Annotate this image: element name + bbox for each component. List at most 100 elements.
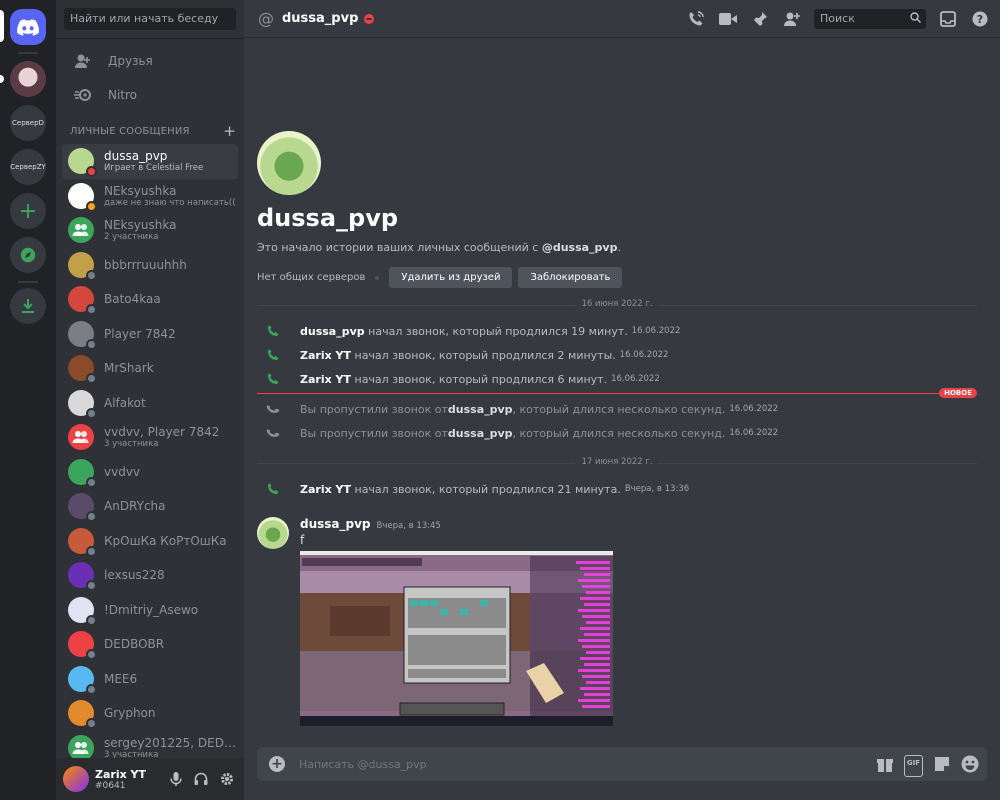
presence-status-icon	[86, 338, 97, 350]
call-user[interactable]: dussa_pvp	[448, 403, 513, 416]
remove-friend-button[interactable]: Удалить из друзей	[389, 267, 513, 288]
nav-nitro-label: Nitro	[108, 88, 138, 102]
help-icon[interactable]: ?	[970, 9, 990, 29]
create-dm-plus-icon[interactable]: +	[223, 124, 236, 139]
call-user[interactable]: dussa_pvp	[300, 325, 365, 338]
call-timestamp: 16.06.2022	[729, 428, 779, 438]
find-conversation-input[interactable]: Найти или начать беседу	[64, 8, 236, 30]
call-user[interactable]: dussa_pvp	[448, 427, 513, 440]
dm-item[interactable]: MrShark	[62, 351, 238, 386]
dm-item[interactable]: bbbrrruuuhhh	[62, 248, 238, 283]
gift-icon[interactable]	[876, 755, 894, 777]
server-zy[interactable]: СерверZY	[10, 149, 46, 185]
emoji-icon[interactable]	[961, 755, 979, 777]
dm-avatar	[68, 458, 97, 488]
add-server-button[interactable]: +	[10, 193, 46, 229]
dm-item[interactable]: Bato4kaa	[62, 282, 238, 317]
dm-item[interactable]: lexsus228	[62, 558, 238, 593]
settings-gear-icon[interactable]	[220, 771, 234, 790]
headphones-icon[interactable]	[194, 771, 208, 790]
call-user[interactable]: Zarix YT	[300, 483, 351, 496]
add-friends-to-dm-icon[interactable]	[782, 9, 802, 29]
call-user[interactable]: Zarix YT	[300, 349, 351, 362]
message-author-avatar[interactable]	[257, 517, 289, 549]
dm-avatar	[68, 251, 97, 281]
dm-item[interactable]: NEksyushka даже не знаю что написать((	[62, 179, 238, 214]
message-author[interactable]: dussa_pvp	[300, 517, 371, 531]
dm-item[interactable]: AnDRYcha	[62, 489, 238, 524]
dm-item[interactable]: vvdvv	[62, 455, 238, 490]
intro-actions: Нет общих серверов Удалить из друзей Заб…	[257, 267, 628, 288]
presence-status-icon	[86, 511, 97, 523]
server-d[interactable]: СерверD	[10, 105, 46, 141]
inbox-icon[interactable]	[938, 9, 958, 29]
call-phone-icon	[266, 482, 280, 496]
dm-item[interactable]: MEE6	[62, 662, 238, 697]
call-user[interactable]: Zarix YT	[300, 373, 351, 386]
presence-status-icon	[86, 718, 97, 730]
svg-text:?: ?	[977, 13, 983, 26]
intro-text-prefix: Это начало истории ваших личных сообщени…	[257, 241, 542, 254]
call-entry: Zarix YT начал звонок, который продлился…	[266, 482, 689, 496]
search-icon	[910, 12, 921, 26]
rail-separator-2	[18, 281, 38, 283]
presence-status-icon	[86, 407, 97, 419]
group-dm-icon	[68, 217, 94, 244]
nav-nitro[interactable]: Nitro	[64, 80, 236, 110]
message-composer[interactable]: + Написать @dussa_pvp GIF	[257, 747, 987, 781]
dm-avatar	[68, 631, 97, 661]
user-avatar[interactable]	[63, 766, 89, 792]
call-timestamp: 16.06.2022	[729, 404, 779, 414]
call-entry: dussa_pvp начал звонок, который продлилс…	[266, 324, 680, 338]
voice-call-icon[interactable]	[686, 9, 706, 29]
home-button[interactable]	[10, 9, 46, 45]
microphone-icon[interactable]	[170, 771, 182, 790]
dm-subtitle: 3 участника	[104, 439, 159, 450]
dm-name: Player 7842	[104, 326, 176, 341]
no-mutual-servers-label: Нет общих серверов	[257, 272, 366, 283]
intro-text-user: @dussa_pvp	[541, 241, 618, 254]
dm-item[interactable]: DEDBOBR	[62, 627, 238, 662]
block-button[interactable]: Заблокировать	[518, 267, 623, 288]
dm-item[interactable]: dussa_pvp Играет в Celestial Free	[62, 144, 238, 179]
new-messages-divider: НОВОЕ	[257, 388, 977, 398]
video-call-icon[interactable]	[718, 9, 738, 29]
sticker-icon[interactable]	[933, 755, 951, 777]
server-avatar[interactable]	[10, 61, 46, 97]
user-controls	[170, 771, 234, 790]
call-description: начал звонок, который продлился 2 минуты…	[351, 348, 616, 362]
dm-name: КрОшКа КоРтОшКа	[104, 533, 227, 548]
gif-picker-icon[interactable]: GIF	[903, 755, 923, 777]
dm-item[interactable]: Alfakot	[62, 386, 238, 421]
message-input-placeholder: Написать @dussa_pvp	[299, 757, 427, 771]
dm-item[interactable]: Player 7842	[62, 317, 238, 352]
presence-status-icon	[86, 545, 97, 557]
dm-item[interactable]: !Dmitriy_Asewo	[62, 593, 238, 628]
call-timestamp: 16.06.2022	[611, 374, 660, 384]
dm-name: sergey201225, DEDBO...	[104, 735, 238, 750]
intro-user-avatar	[257, 131, 321, 195]
presence-status-icon	[86, 304, 97, 316]
call-prefix: Вы пропустили звонок от	[300, 402, 448, 416]
dm-subtitle: 2 участника	[104, 232, 159, 243]
upload-plus-icon[interactable]: +	[269, 756, 285, 772]
header-search-input[interactable]: Поиск	[814, 9, 926, 29]
pinned-messages-icon[interactable]	[750, 9, 770, 29]
group-dm-icon	[68, 734, 94, 761]
dm-item[interactable]: Gryphon	[62, 696, 238, 731]
dm-item[interactable]: vvdvv, Player 7842 3 участника	[62, 420, 238, 455]
dm-item[interactable]: КрОшКа КоРтОшКа	[62, 524, 238, 559]
download-apps-button[interactable]	[10, 288, 46, 324]
call-description: начал звонок, который продлился 21 минут…	[351, 482, 621, 496]
nav-friends-label: Друзья	[108, 54, 153, 68]
date-divider-label: 16 июня 2022 г.	[575, 299, 659, 309]
missed-call-phone-icon	[266, 402, 280, 416]
dm-item[interactable]: NEksyushka 2 участника	[62, 213, 238, 248]
nav-friends[interactable]: Друзья	[64, 46, 236, 76]
dm-text: lexsus228	[104, 568, 165, 582]
explore-servers-button[interactable]	[10, 237, 46, 273]
image-attachment[interactable]	[300, 551, 613, 726]
dm-text: Alfakot	[104, 396, 146, 410]
presence-status-icon	[86, 269, 97, 281]
at-sign-icon: @	[258, 9, 274, 28]
